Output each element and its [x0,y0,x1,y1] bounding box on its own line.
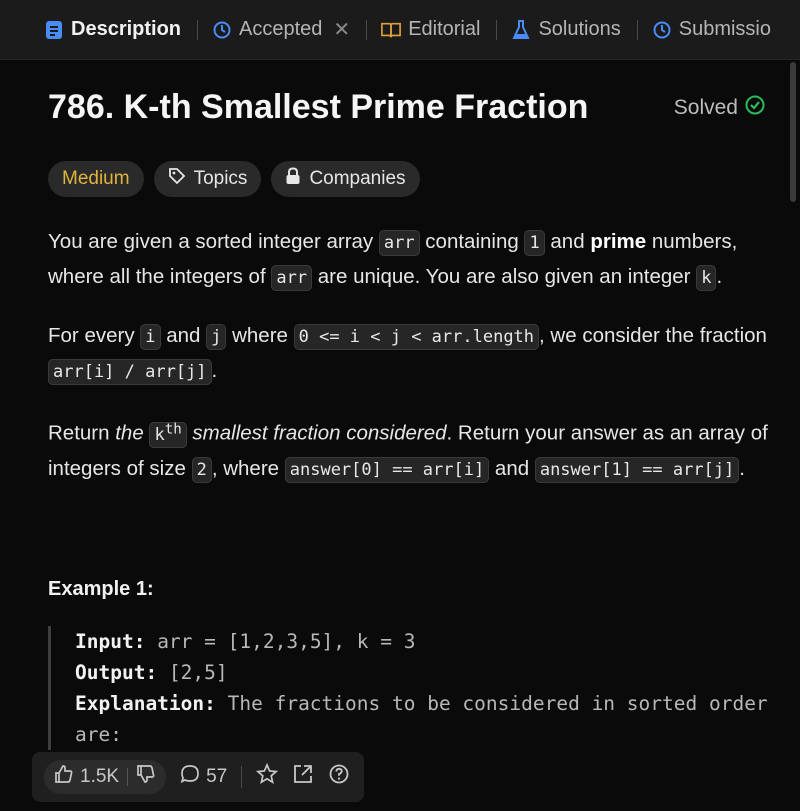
problem-title: 786. K-th Smallest Prime Fraction [48,88,589,126]
text: are unique. You are also given an intege… [312,265,697,288]
example-output-line: Output: [2,5] [75,657,778,688]
tab-solutions-label: Solutions [538,18,621,40]
superscript: th [164,421,182,437]
text: , we consider the fraction [539,324,767,347]
share-button[interactable] [292,763,314,791]
thumbs-down-icon [136,764,156,790]
input-label: Input: [75,630,146,653]
difficulty-badge: Medium [48,161,144,197]
favorite-button[interactable] [256,762,279,791]
tab-accepted[interactable]: Accepted ✕ [212,17,350,42]
solved-label: Solved [673,96,738,119]
code-text: k [154,424,165,445]
tag-icon [168,167,186,191]
inline-code: arr [271,265,313,291]
thumbs-up-icon [54,764,74,790]
text: . [211,359,218,382]
close-icon[interactable]: ✕ [333,17,350,42]
problem-description: 786. K-th Smallest Prime Fraction Solved… [48,80,778,487]
title-row: 786. K-th Smallest Prime Fraction Solved [48,88,778,127]
description-paragraph-2: For every i and j where 0 <= i < j < arr… [48,319,778,389]
example-title: Example 1: [48,578,154,600]
input-value: arr = [1,2,3,5], k = 3 [145,630,416,653]
tab-accepted-label: Accepted [239,18,323,40]
footer-toolbar: 1.5K 57 [32,752,365,802]
vote-pill: 1.5K [44,760,167,794]
inline-code: j [206,324,227,350]
inline-code: answer[0] == arr[i] [284,456,490,483]
description-paragraph-1: You are given a sorted integer array arr… [48,225,778,295]
footer-divider [241,766,243,788]
comments-count: 57 [206,766,228,787]
like-button[interactable]: 1.5K [54,764,119,790]
comments-button[interactable]: 57 [180,764,227,790]
tab-editorial[interactable]: Editorial [381,18,480,41]
companies-label: Companies [309,168,406,189]
text: and [160,324,207,347]
text: . [716,265,723,288]
description-icon [44,20,64,40]
output-value: [2,5] [157,661,228,684]
italic-text: smallest fraction considered [186,421,447,445]
help-button[interactable] [328,763,350,791]
text: where [226,324,294,347]
flask-icon [511,19,531,40]
inline-code: arr[i] / arr[j] [48,359,212,385]
companies-button[interactable]: Companies [271,161,420,197]
tab-solutions[interactable]: Solutions [511,18,621,41]
inline-code: k [696,265,717,291]
inline-code: 1 [524,230,545,256]
solved-status: Solved [674,94,766,122]
book-icon [381,20,402,40]
tab-editorial-label: Editorial [408,18,481,40]
explanation-label: Explanation: [75,692,216,715]
text: . [739,456,745,480]
inline-code: 2 [191,456,212,483]
description-paragraph-3: Return the kth smallest fraction conside… [48,413,778,487]
text: and [544,230,591,253]
text: and [489,456,535,480]
dislike-button[interactable] [136,764,156,790]
example-block: Input: arr = [1,2,3,5], k = 3 Output: [2… [48,626,778,750]
comment-icon [180,764,200,790]
help-icon [328,763,350,791]
check-circle-icon [744,94,766,122]
tags-row: Medium Topics Companies [48,161,778,197]
example-input-line: Input: arr = [1,2,3,5], k = 3 [75,626,778,657]
output-label: Output: [75,661,158,684]
tab-submissions[interactable]: Submissio [652,18,771,41]
history-icon [652,20,672,40]
inline-code: 0 <= i < j < arr.length [293,324,540,350]
topics-label: Topics [193,168,248,189]
text: For every [48,324,141,347]
topics-button[interactable]: Topics [153,161,262,197]
inline-code: answer[1] == arr[j] [534,456,740,483]
text: containing [419,230,525,253]
pill-divider [127,768,129,786]
inline-code: i [140,324,161,350]
history-icon [212,20,232,40]
italic-text: the [115,421,150,445]
inline-code: arr [378,230,420,256]
text: Return [48,421,116,445]
likes-count: 1.5K [80,766,120,787]
bold-text: prime [590,230,647,253]
example-explanation-line: Explanation: The fractions to be conside… [75,688,778,750]
tab-description-label: Description [71,18,182,40]
lock-icon [285,167,301,191]
tab-separator [197,19,199,40]
text: You are given a sorted integer array [48,230,379,253]
tab-description[interactable]: Description [44,18,181,41]
tab-separator [496,19,498,40]
tab-separator [366,19,368,40]
star-icon [256,762,279,791]
scrollbar[interactable] [790,62,796,202]
share-icon [292,763,314,791]
inline-code: kth [149,421,187,448]
tab-bar: Description Accepted ✕ Editorial Solutio… [0,0,800,60]
tab-submissions-label: Submissio [678,18,771,40]
text: , where [211,456,285,480]
tab-separator [636,19,638,40]
